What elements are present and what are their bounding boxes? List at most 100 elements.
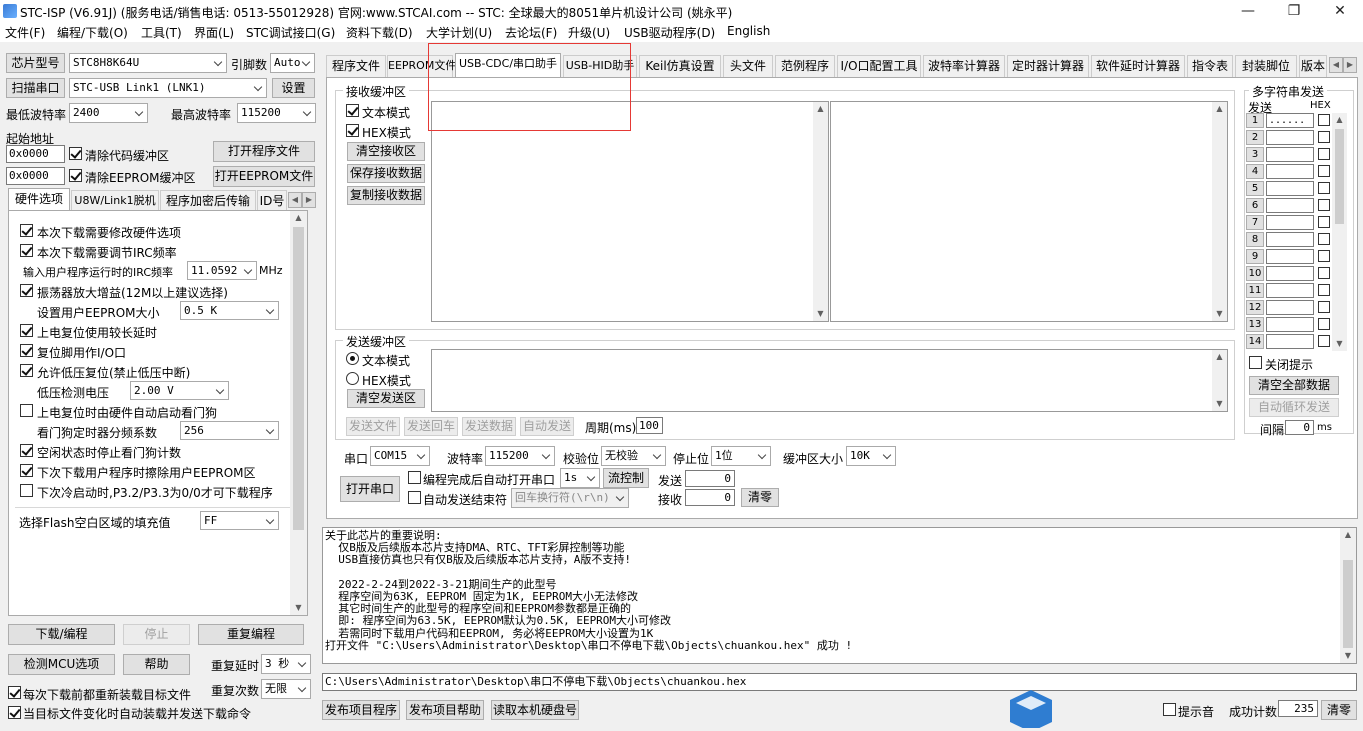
clear-all-data-button[interactable]: 清空全部数据	[1249, 376, 1339, 395]
stop-button[interactable]: 停止	[123, 624, 190, 645]
receive-hex-scrollbar[interactable]: ▲ ▼	[1212, 102, 1227, 321]
tab-io-config[interactable]: I/O口配置工具	[837, 55, 921, 77]
download-program-button[interactable]: 下载/编程	[8, 624, 115, 645]
tab-baud-calc[interactable]: 波特率计算器	[923, 55, 1005, 77]
detect-mcu-button[interactable]: 检测MCU选项	[8, 654, 115, 675]
publish-program-button[interactable]: 发布项目程序	[322, 700, 400, 720]
close-button[interactable]: ✕	[1317, 0, 1363, 22]
scroll-up-icon[interactable]: ▲	[1212, 350, 1227, 364]
scroll-thumb[interactable]	[1335, 129, 1344, 224]
auto-end-checkbox[interactable]	[408, 491, 421, 504]
menu-debug[interactable]: STC调试接口(G)	[243, 24, 338, 41]
tab-delay-calc[interactable]: 软件延时计算器	[1091, 55, 1185, 77]
port-select[interactable]: STC-USB Link1 (LNK1)	[69, 78, 267, 98]
multi-send-row-input[interactable]	[1266, 147, 1314, 162]
menu-upgrade[interactable]: 升级(U)	[565, 24, 613, 41]
option-adjust-irc-checkbox[interactable]	[20, 244, 33, 257]
scroll-down-icon[interactable]: ▼	[1340, 649, 1356, 663]
tab-scroll-left-icon[interactable]: ◀	[288, 192, 302, 208]
option-erase-eeprom-checkbox[interactable]	[20, 464, 33, 477]
option-reset-io-checkbox[interactable]	[20, 344, 33, 357]
receive-text-area[interactable]: ▲ ▼	[431, 101, 829, 322]
tab-version[interactable]: 版本	[1299, 55, 1327, 77]
tab-timer-calc[interactable]: 定时器计算器	[1007, 55, 1089, 77]
multi-send-row-hex-checkbox[interactable]	[1318, 131, 1330, 143]
scroll-thumb[interactable]	[1343, 560, 1353, 648]
multi-send-row-hex-checkbox[interactable]	[1318, 165, 1330, 177]
multi-send-row-input[interactable]	[1266, 181, 1314, 196]
main-tab-scroll-left-icon[interactable]: ◀	[1329, 57, 1343, 73]
scroll-down-icon[interactable]: ▼	[290, 601, 307, 615]
multi-send-row-button[interactable]: 4	[1246, 164, 1264, 179]
clear-send-button[interactable]: 清空发送区	[347, 389, 425, 408]
read-disk-id-button[interactable]: 读取本机硬盘号	[491, 700, 579, 720]
scroll-down-icon[interactable]: ▼	[1332, 337, 1347, 351]
auto-open-delay-select[interactable]: 1s	[560, 468, 600, 488]
tab-offline[interactable]: U8W/Link1脱机	[71, 190, 159, 212]
tab-header-file[interactable]: 头文件	[723, 55, 773, 77]
multi-send-row-button[interactable]: 11	[1246, 283, 1264, 298]
multi-send-row-hex-checkbox[interactable]	[1318, 114, 1330, 126]
multi-send-row-input[interactable]	[1266, 164, 1314, 179]
code-address-input[interactable]: 0x0000	[6, 145, 65, 163]
scroll-down-icon[interactable]: ▼	[1212, 307, 1227, 321]
eeprom-address-input[interactable]: 0x0000	[6, 167, 65, 185]
multi-send-row-hex-checkbox[interactable]	[1318, 318, 1330, 330]
interval-input[interactable]: 0	[1285, 420, 1314, 435]
max-baud-select[interactable]: 115200	[237, 103, 316, 123]
multi-send-row-input[interactable]	[1266, 215, 1314, 230]
multi-send-row-input[interactable]	[1266, 198, 1314, 213]
multi-send-row-hex-checkbox[interactable]	[1318, 284, 1330, 296]
option-modify-hw-checkbox[interactable]	[20, 224, 33, 237]
pin-count-select[interactable]: Auto	[270, 53, 315, 73]
option-osc-gain-checkbox[interactable]	[20, 284, 33, 297]
buffer-size-select[interactable]: 10K	[846, 446, 896, 466]
wdt-prescale-select[interactable]: 256	[180, 421, 279, 440]
menu-forum[interactable]: 去论坛(F)	[502, 24, 560, 41]
log-scrollbar[interactable]: ▲ ▼	[1340, 528, 1356, 663]
serial-port-select[interactable]: COM15	[370, 446, 430, 466]
scroll-thumb[interactable]	[293, 227, 304, 530]
repeat-program-button[interactable]: 重复编程	[198, 624, 304, 645]
multi-send-row-button[interactable]: 3	[1246, 147, 1264, 162]
multi-send-row-input[interactable]	[1266, 334, 1314, 349]
chip-model-button[interactable]: 芯片型号	[6, 53, 65, 73]
auto-send-button[interactable]: 自动发送	[520, 417, 574, 436]
lvd-select[interactable]: 2.00 V	[130, 381, 229, 400]
multi-send-row-input[interactable]	[1266, 249, 1314, 264]
clear-receive-button[interactable]: 清空接收区	[347, 142, 425, 161]
option-auto-wdt-checkbox[interactable]	[20, 404, 33, 417]
scroll-up-icon[interactable]: ▲	[1340, 528, 1356, 542]
multi-send-row-hex-checkbox[interactable]	[1318, 250, 1330, 262]
send-text-mode-radio[interactable]	[346, 352, 359, 365]
copy-receive-button[interactable]: 复制接收数据	[347, 186, 425, 205]
tab-keil-sim[interactable]: Keil仿真设置	[639, 55, 721, 77]
save-receive-button[interactable]: 保存接收数据	[347, 164, 425, 183]
multi-send-row-button[interactable]: 12	[1246, 300, 1264, 315]
menu-file[interactable]: 文件(F)	[2, 24, 48, 41]
multi-send-row-input[interactable]	[1266, 232, 1314, 247]
auto-loop-send-button[interactable]: 自动循环发送	[1249, 398, 1339, 417]
tab-package-pins[interactable]: 封装脚位	[1235, 55, 1297, 77]
menu-english[interactable]: English	[724, 24, 773, 38]
help-button[interactable]: 帮助	[123, 654, 190, 675]
options-scrollbar[interactable]: ▲ ▼	[290, 211, 307, 615]
repeat-count-select[interactable]: 无限	[261, 679, 311, 699]
flash-fill-select[interactable]: FF	[200, 511, 279, 530]
multi-send-row-input[interactable]	[1266, 130, 1314, 145]
send-text-area[interactable]: ▲ ▼	[431, 349, 1228, 412]
line-ending-select[interactable]: 回车换行符(\r\n)	[511, 488, 629, 508]
scroll-down-icon[interactable]: ▼	[1212, 397, 1227, 411]
open-eeprom-file-button[interactable]: 打开EEPROM文件	[213, 166, 315, 187]
multi-send-row-button[interactable]: 8	[1246, 232, 1264, 247]
scroll-up-icon[interactable]: ▲	[813, 102, 828, 116]
port-settings-button[interactable]: 设置	[272, 78, 315, 98]
multi-send-row-hex-checkbox[interactable]	[1318, 148, 1330, 160]
tab-id[interactable]: ID号	[257, 190, 287, 212]
menu-program[interactable]: 编程/下载(O)	[54, 24, 131, 41]
tab-program-file[interactable]: 程序文件	[326, 55, 386, 77]
baud-rate-select[interactable]: 115200	[485, 446, 555, 466]
tab-scroll-right-icon[interactable]: ▶	[302, 192, 316, 208]
clear-eeprom-checkbox[interactable]	[69, 169, 82, 182]
scroll-up-icon[interactable]: ▲	[1332, 113, 1347, 127]
